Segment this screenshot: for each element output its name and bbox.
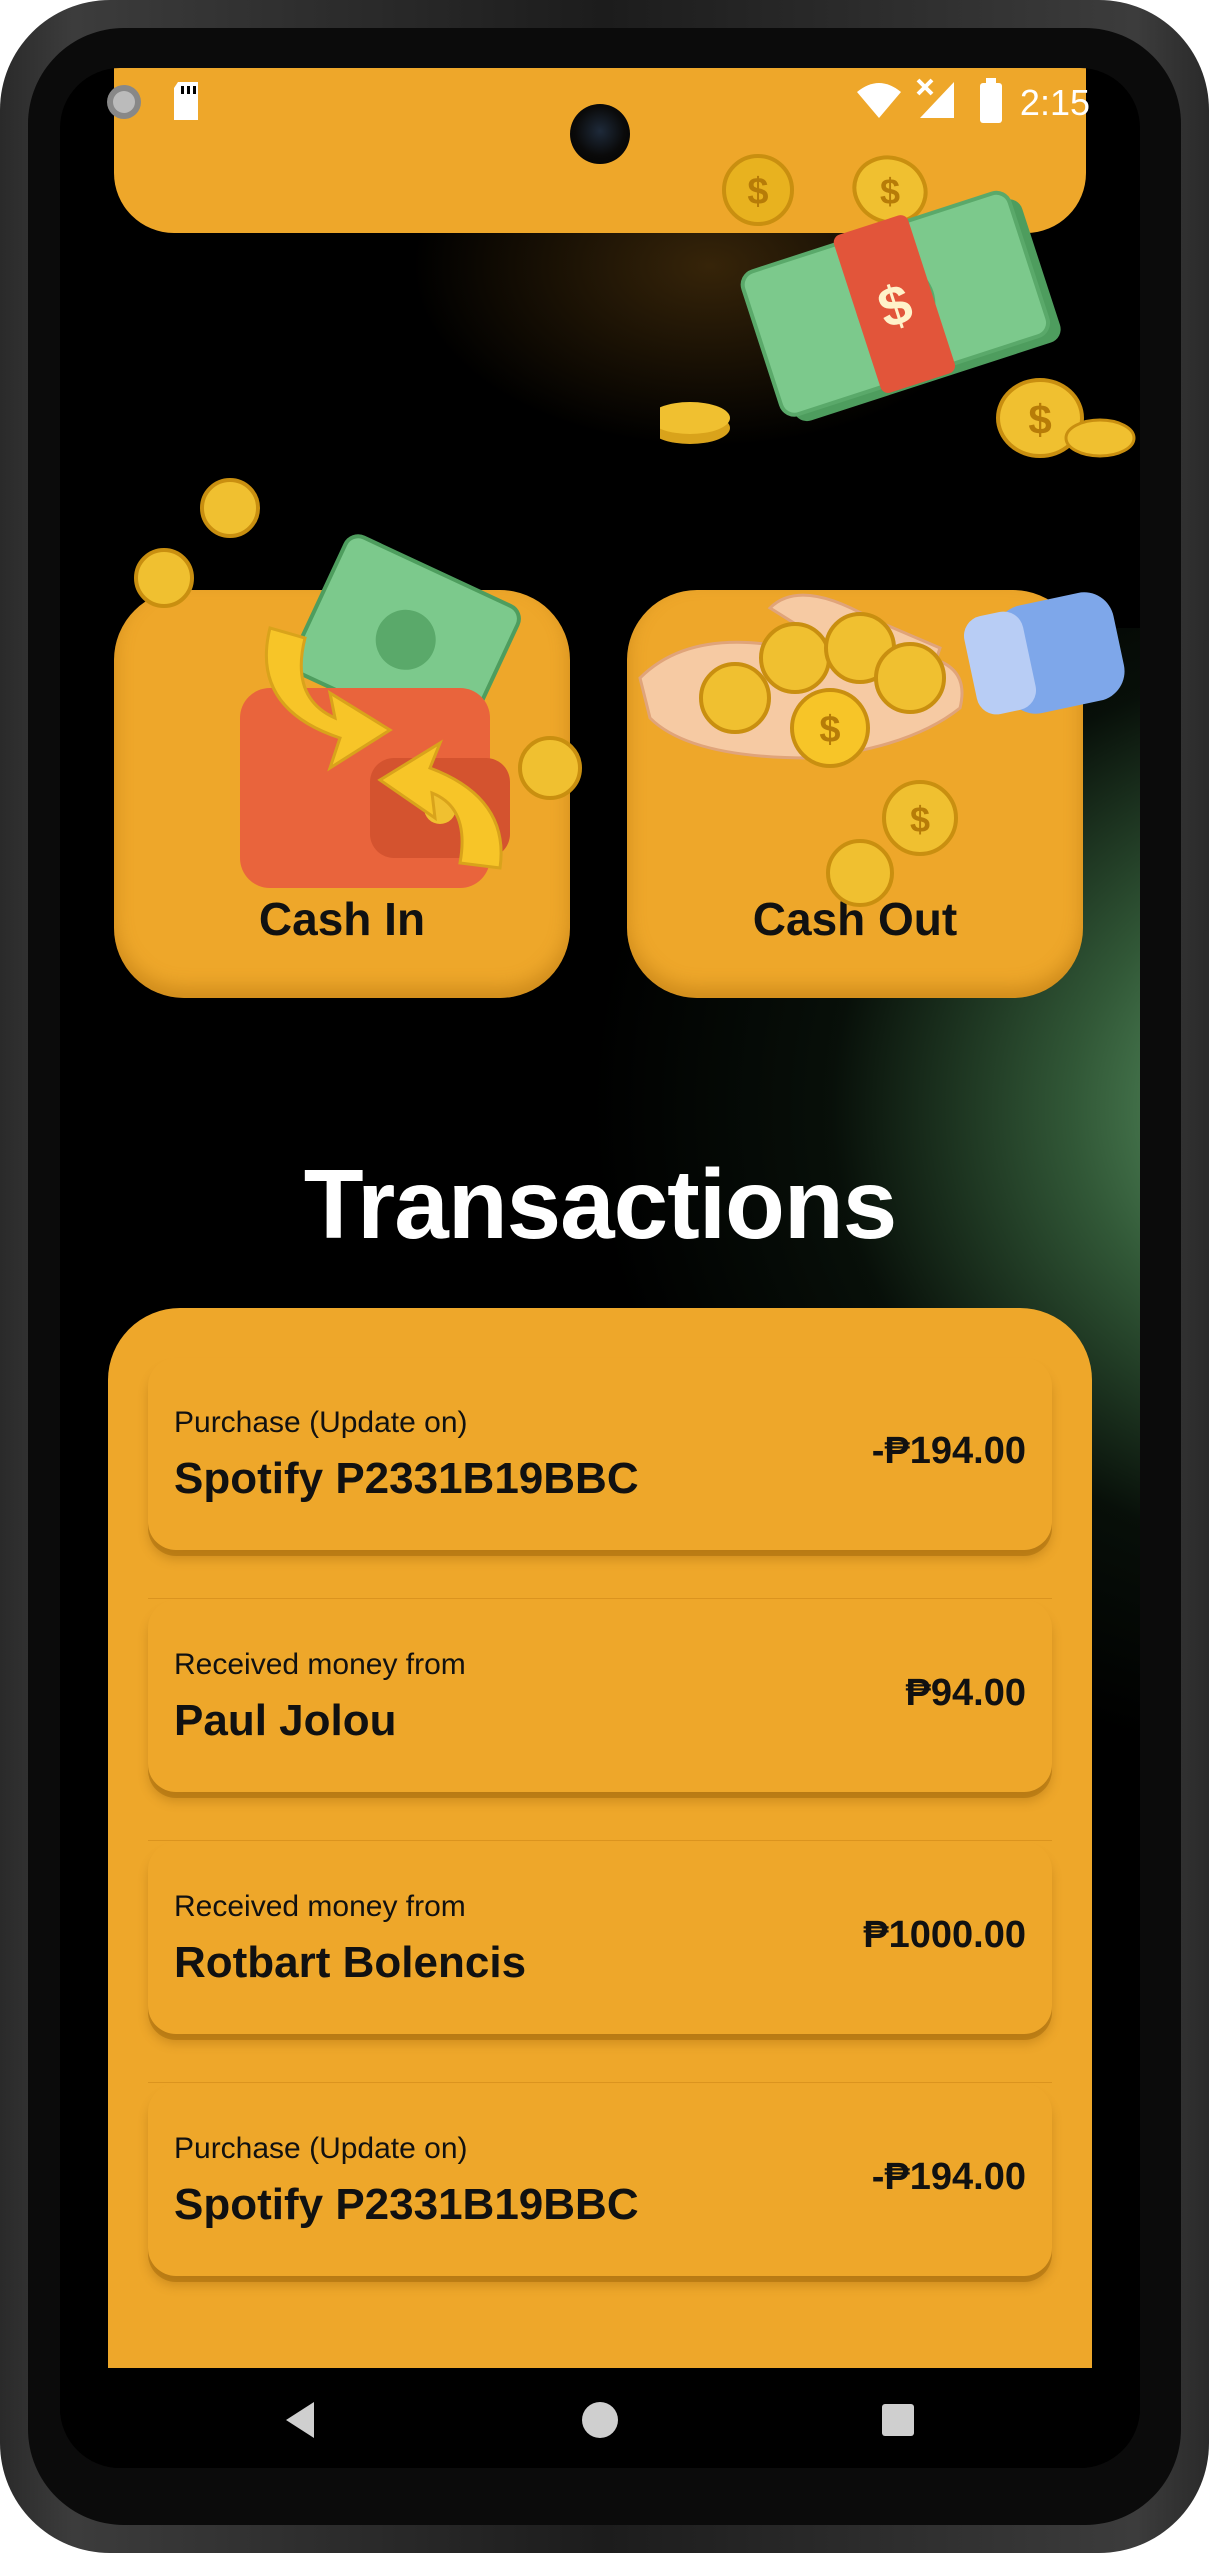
transaction-name: Spotify P2331B19BBC xyxy=(174,2180,639,2229)
home-icon[interactable] xyxy=(580,2400,620,2440)
app-screen: $ $ $ $ Cash In Cash Out $ $ Transaction… xyxy=(60,68,1140,2468)
wallet-icon xyxy=(134,478,582,888)
transaction-item[interactable]: Received money from Rotbart Bolencis ₱10… xyxy=(148,1842,1052,2034)
divider xyxy=(148,2082,1052,2083)
cash-in-label: Cash In xyxy=(258,893,426,945)
divider xyxy=(148,1840,1052,1841)
wifi-icon xyxy=(857,83,901,118)
divider xyxy=(148,1598,1052,1599)
svg-text:$: $ xyxy=(819,709,840,751)
transaction-name: Spotify P2331B19BBC xyxy=(174,1454,639,1503)
transactions-title: Transactions xyxy=(303,1149,898,1259)
transaction-amount: -₱194.00 xyxy=(871,2156,1026,2198)
status-time: 2:15 xyxy=(1019,82,1090,123)
front-camera xyxy=(570,104,630,164)
transaction-subtitle: Received money from xyxy=(174,1648,466,1681)
coins-hand-icon: $ $ xyxy=(638,592,1125,907)
transaction-subtitle: Purchase (Update on) xyxy=(174,2132,468,2165)
sd-card-icon xyxy=(174,82,198,120)
phone-frame: $ $ $ $ Cash In Cash Out $ $ Transaction… xyxy=(0,0,1209,2553)
svg-text:$: $ xyxy=(880,171,900,212)
transaction-subtitle: Purchase (Update on) xyxy=(174,1406,468,1439)
navigation-bar xyxy=(60,2368,1140,2468)
svg-text:$: $ xyxy=(1028,396,1051,443)
transaction-item[interactable]: Purchase (Update on) Spotify P2331B19BBC… xyxy=(148,2084,1052,2276)
transaction-amount: -₱194.00 xyxy=(871,1430,1026,1472)
power-button xyxy=(1203,640,1209,790)
volume-button xyxy=(1203,930,1209,1250)
transaction-item[interactable]: Received money from Paul Jolou ₱94.00 xyxy=(148,1600,1052,1792)
transaction-amount: ₱94.00 xyxy=(905,1672,1026,1714)
transaction-subtitle: Received money from xyxy=(174,1890,466,1923)
transaction-amount: ₱1000.00 xyxy=(863,1914,1026,1956)
transaction-name: Rotbart Bolencis xyxy=(174,1938,527,1987)
svg-text:$: $ xyxy=(910,799,930,840)
battery-icon xyxy=(980,78,1002,123)
sync-icon xyxy=(107,85,141,119)
signal-icon xyxy=(916,78,954,118)
recents-icon[interactable] xyxy=(880,2402,916,2438)
transaction-name: Paul Jolou xyxy=(174,1696,397,1745)
svg-text:$: $ xyxy=(747,171,768,213)
transaction-item[interactable]: Purchase (Update on) Spotify P2331B19BBC… xyxy=(148,1358,1052,1550)
money-stack-icon: $ $ $ $ xyxy=(660,154,1136,458)
back-icon[interactable] xyxy=(282,2400,318,2440)
transactions-panel: Purchase (Update on) Spotify P2331B19BBC… xyxy=(108,1308,1092,2408)
